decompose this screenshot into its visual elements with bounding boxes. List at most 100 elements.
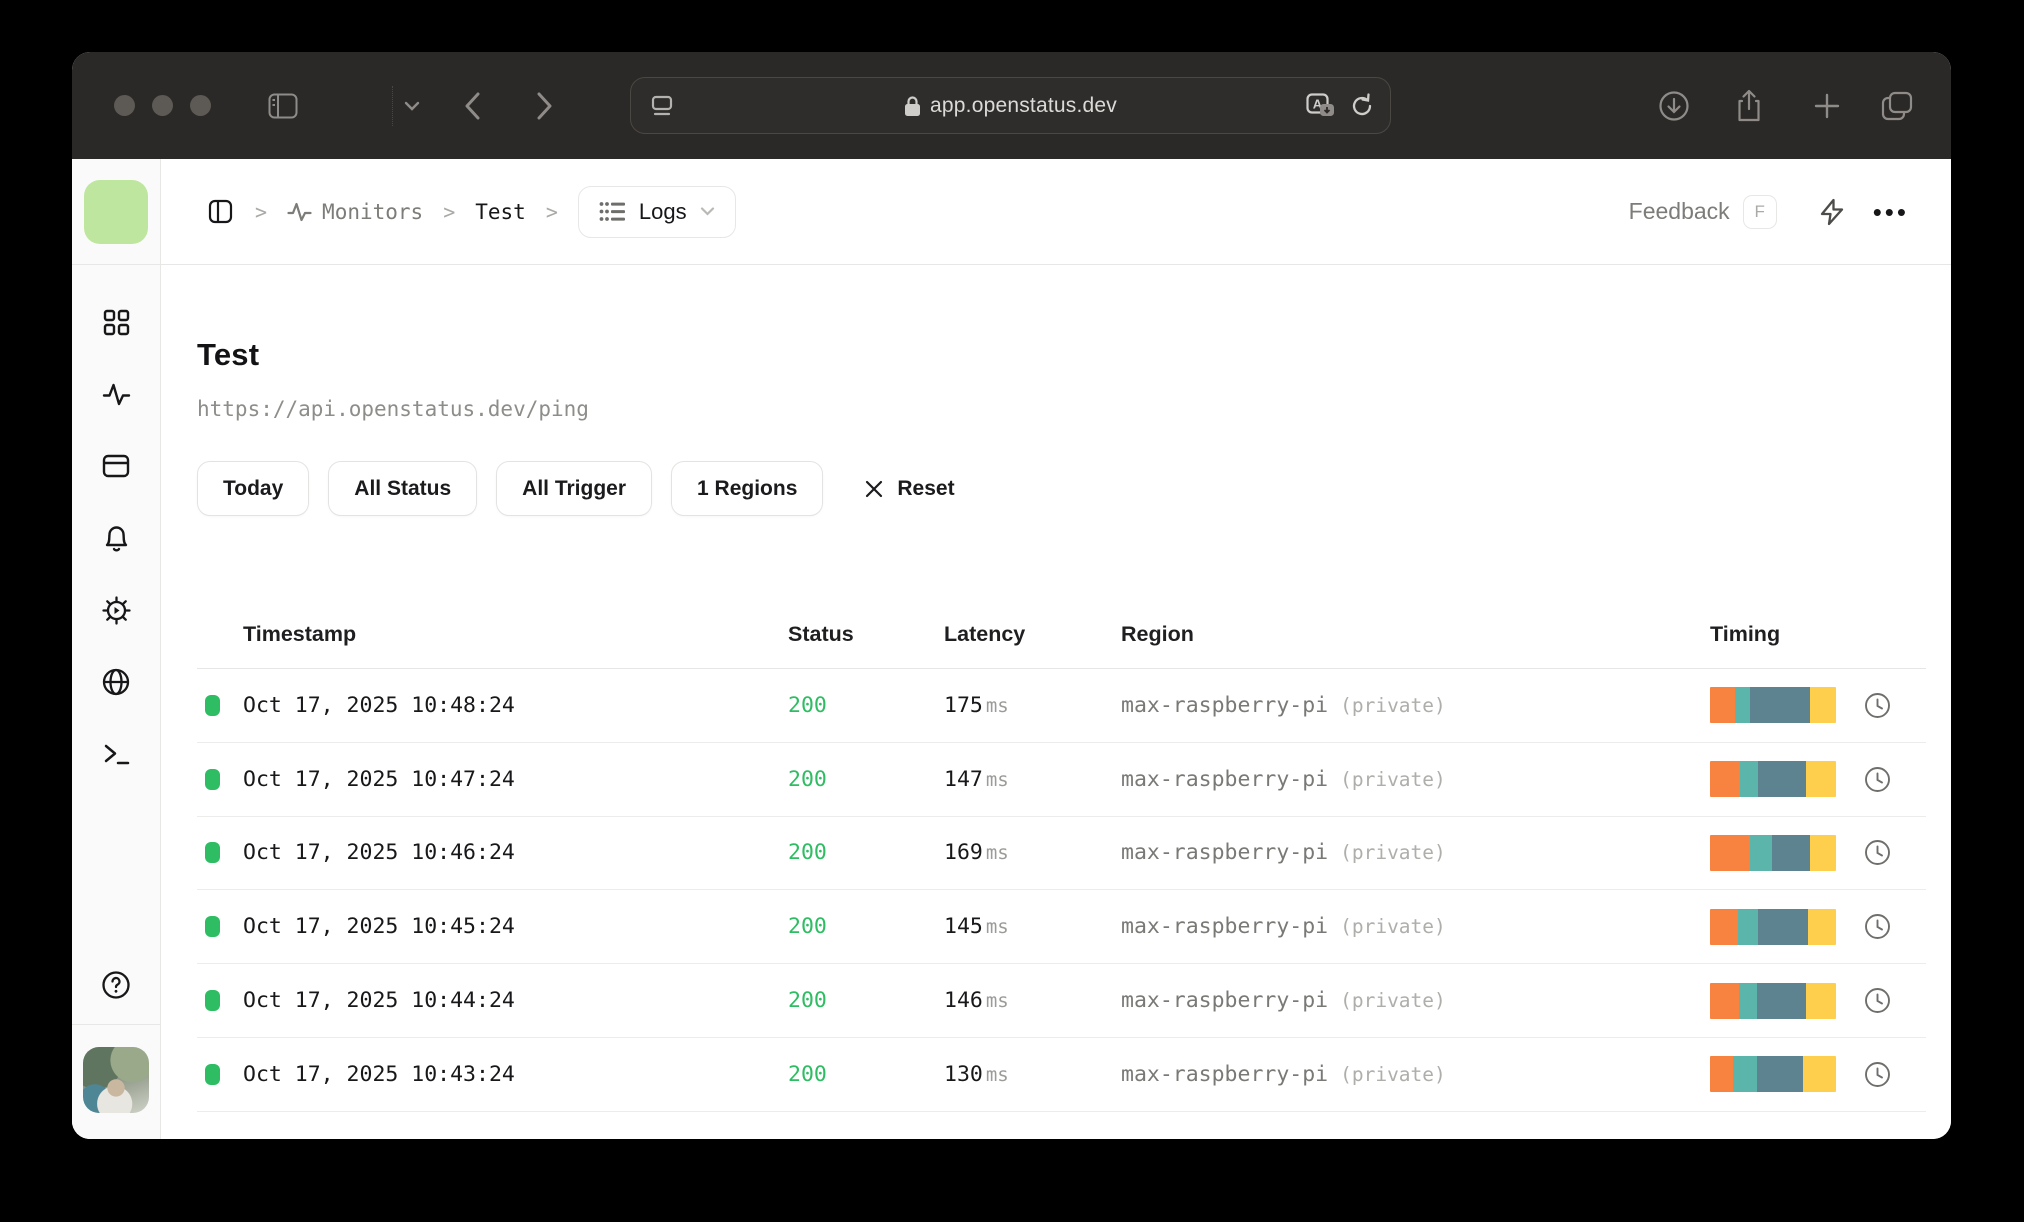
timing-segment — [1771, 834, 1810, 871]
sidebar-item-regions-globe[interactable] — [101, 667, 131, 697]
row-region: max-raspberry-pi (private) — [1121, 840, 1446, 866]
row-status-code: 200 — [788, 988, 827, 1014]
row-timestamp: Oct 17, 2025 10:44:24 — [243, 988, 515, 1014]
new-tab-button[interactable] — [1812, 52, 1842, 159]
row-timestamp: Oct 17, 2025 10:47:24 — [243, 766, 515, 792]
timing-bar — [1710, 761, 1836, 798]
breadcrumb-test[interactable]: Test — [475, 200, 526, 224]
tab-overview-button[interactable] — [1880, 52, 1914, 159]
chevron-down-icon — [700, 207, 714, 216]
row-status-code: 200 — [788, 840, 827, 866]
monitor-endpoint-url: https://api.openstatus.dev/ping — [197, 397, 589, 421]
breadcrumb: > Monitors > Test > Logs — [161, 159, 1629, 264]
workspace-cell — [72, 159, 161, 264]
logs-dropdown[interactable]: Logs — [577, 185, 736, 238]
openstatus-app: > Monitors > Test > Logs Feedback F ••• … — [72, 159, 1951, 1139]
translate-icon[interactable]: A — [1306, 92, 1336, 119]
desktop-background: app.openstatus.dev A > Monitors > Test >… — [0, 0, 2024, 1222]
timing-segment — [1710, 982, 1739, 1019]
timing-segment — [1710, 908, 1738, 945]
col-timestamp: Timestamp — [243, 622, 357, 646]
help-button[interactable] — [101, 970, 131, 1000]
reload-icon[interactable] — [1350, 92, 1374, 119]
row-latency: 169 ms — [944, 840, 1009, 866]
table-row[interactable]: Oct 17, 2025 10:46:24 200 169 ms max-rasp… — [197, 817, 1926, 891]
filter-status-button[interactable]: All Status — [328, 461, 478, 516]
workspace-avatar[interactable] — [84, 179, 148, 244]
sidebar-toggle-icon[interactable] — [268, 52, 298, 159]
table-row[interactable]: Oct 17, 2025 10:47:24 200 147 ms max-rasp… — [197, 743, 1926, 817]
minimize-window-button[interactable] — [152, 95, 173, 116]
feedback-shortcut-badge: F — [1742, 194, 1777, 229]
reset-filters-button[interactable]: Reset — [864, 477, 955, 501]
list-rows-icon — [599, 202, 625, 221]
timing-segment — [1732, 1056, 1757, 1093]
command-zap-icon[interactable] — [1817, 197, 1847, 227]
col-latency: Latency — [944, 622, 1026, 646]
filter-trigger-button[interactable]: All Trigger — [496, 461, 653, 516]
filter-period-button[interactable]: Today — [197, 461, 310, 516]
status-ok-dot — [205, 1063, 220, 1085]
timing-segment — [1810, 687, 1836, 724]
timing-segment — [1738, 982, 1757, 1019]
table-row[interactable]: Oct 17, 2025 10:48:24 200 175 ms max-rasp… — [197, 669, 1926, 743]
col-status: Status — [788, 622, 854, 646]
sidebar-item-monitors[interactable] — [101, 379, 131, 409]
timing-segment — [1808, 908, 1836, 945]
timing-bar — [1710, 982, 1836, 1019]
page-settings-icon[interactable] — [649, 93, 675, 119]
filter-regions-button[interactable]: 1 Regions — [671, 461, 824, 516]
breadcrumb-monitors[interactable]: Monitors — [287, 200, 423, 224]
downloads-button[interactable] — [1658, 52, 1690, 159]
status-ok-dot — [205, 842, 220, 864]
more-menu-button[interactable]: ••• — [1873, 199, 1909, 225]
zoom-window-button[interactable] — [190, 95, 211, 116]
status-ok-dot — [205, 916, 220, 938]
address-bar[interactable]: app.openstatus.dev A — [630, 77, 1391, 134]
breadcrumb-separator: > — [443, 199, 456, 224]
table-header-row: Timestamp Status Latency Region Timing — [197, 601, 1926, 669]
timing-segment — [1757, 908, 1809, 945]
timing-segment — [1805, 761, 1836, 798]
sidebar-item-settings[interactable] — [101, 595, 131, 625]
share-button[interactable] — [1735, 52, 1763, 159]
timing-segment — [1803, 1056, 1836, 1093]
table-row[interactable]: Oct 17, 2025 10:43:24 200 130 ms max-rasp… — [197, 1038, 1926, 1112]
timing-bar — [1710, 687, 1836, 724]
clock-icon — [1865, 914, 1890, 940]
sidebar-chevron-down-icon[interactable] — [404, 52, 420, 159]
sidebar-divider — [72, 1024, 161, 1025]
header-actions: Feedback F ••• — [1629, 159, 1951, 264]
table-row[interactable]: Oct 17, 2025 10:44:24 200 146 ms max-rasp… — [197, 964, 1926, 1038]
table-row[interactable]: Oct 17, 2025 10:45:24 200 145 ms max-rasp… — [197, 890, 1926, 965]
row-timestamp: Oct 17, 2025 10:48:24 — [243, 692, 515, 718]
sidebar-item-cli-terminal[interactable] — [101, 739, 131, 769]
row-region: max-raspberry-pi (private) — [1121, 766, 1446, 792]
app-header: > Monitors > Test > Logs Feedback F ••• — [72, 159, 1951, 265]
sidebar-item-dashboard[interactable] — [101, 307, 131, 337]
row-timestamp: Oct 17, 2025 10:46:24 — [243, 840, 515, 866]
row-status-code: 200 — [788, 766, 827, 792]
sidebar-item-status-pages[interactable] — [101, 451, 131, 481]
clock-icon — [1865, 766, 1890, 792]
sidebar-item-notifications[interactable] — [101, 523, 131, 553]
logs-table: Timestamp Status Latency Region Timing O… — [197, 601, 1926, 1112]
user-avatar[interactable] — [83, 1047, 149, 1113]
row-region: max-raspberry-pi (private) — [1121, 692, 1446, 718]
page-title: Test — [197, 337, 260, 372]
main-content: Test https://api.openstatus.dev/ping Tod… — [161, 265, 1951, 1139]
filter-bar: Today All Status All Trigger 1 Regions R… — [197, 461, 1926, 516]
back-button[interactable] — [464, 52, 481, 159]
feedback-button[interactable]: Feedback F — [1629, 194, 1777, 229]
forward-button[interactable] — [536, 52, 553, 159]
row-timestamp: Oct 17, 2025 10:45:24 — [243, 914, 515, 940]
activity-icon — [287, 202, 312, 221]
row-region: max-raspberry-pi (private) — [1121, 914, 1446, 940]
traffic-lights — [114, 95, 211, 116]
panel-toggle-icon[interactable] — [205, 197, 235, 227]
status-ok-dot — [205, 990, 220, 1012]
close-window-button[interactable] — [114, 95, 135, 116]
row-region: max-raspberry-pi (private) — [1121, 988, 1446, 1014]
clock-icon — [1865, 840, 1890, 866]
row-latency: 147 ms — [944, 766, 1009, 792]
